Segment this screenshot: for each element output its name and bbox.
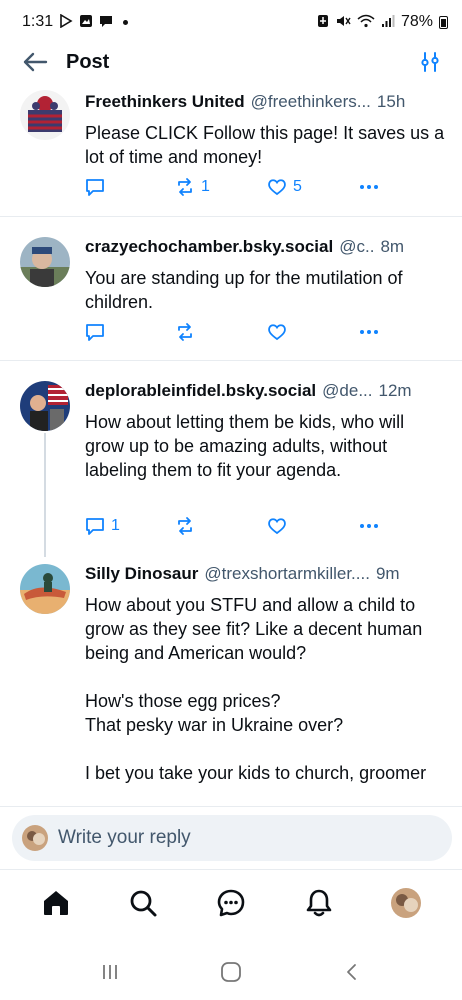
post-text: Please CLICK Follow this page! It saves … bbox=[85, 123, 445, 167]
ellipsis-icon bbox=[360, 185, 378, 189]
arrow-left-icon bbox=[23, 52, 48, 72]
post-header: deplorableinfidel.bsky.social @de... 12m bbox=[85, 381, 448, 405]
nav-home[interactable] bbox=[33, 880, 79, 926]
nav-notifications[interactable] bbox=[296, 880, 342, 926]
reply-icon bbox=[86, 324, 104, 341]
signal-icon bbox=[381, 14, 395, 30]
ellipsis-icon bbox=[360, 524, 378, 528]
reply-icon bbox=[86, 518, 104, 535]
chat-icon bbox=[217, 889, 245, 916]
ellipsis-icon bbox=[360, 330, 378, 334]
thread-feed[interactable]: Freethinkers United @freethinkers... 15h… bbox=[0, 86, 462, 808]
post-crazyechochamber[interactable]: crazyechochamber.bsky.social @c.. 8m You… bbox=[0, 217, 462, 360]
author-handle[interactable]: @c.. bbox=[339, 237, 374, 257]
author-name[interactable]: crazyechochamber.bsky.social bbox=[85, 237, 333, 257]
data-saver-icon bbox=[317, 14, 329, 30]
repost-icon bbox=[178, 323, 192, 341]
repost-icon bbox=[178, 178, 192, 196]
sliders-icon bbox=[421, 52, 439, 72]
divider bbox=[0, 806, 462, 807]
repost-button[interactable] bbox=[175, 515, 201, 537]
message-icon bbox=[99, 14, 113, 30]
post-freethinkers[interactable]: Freethinkers United @freethinkers... 15h… bbox=[0, 86, 462, 216]
status-right: 78% bbox=[317, 13, 448, 31]
heart-icon bbox=[268, 324, 286, 341]
page-title: Post bbox=[66, 50, 110, 73]
avatar[interactable] bbox=[20, 381, 70, 431]
chevron-left-icon bbox=[346, 964, 356, 980]
reply-input[interactable]: Write your reply bbox=[12, 815, 452, 861]
repost-button[interactable]: 1 bbox=[175, 176, 210, 198]
like-button[interactable] bbox=[267, 515, 293, 537]
home-button[interactable] bbox=[211, 952, 251, 992]
mute-icon bbox=[335, 14, 351, 30]
post-text: You are standing up for the mutilation o… bbox=[85, 268, 403, 312]
post-time: 8m bbox=[380, 237, 405, 256]
repost-button[interactable] bbox=[175, 321, 201, 343]
post-text: How about you STFU and allow a child to … bbox=[85, 595, 427, 783]
author-handle[interactable]: @trexshortarmkiller.... bbox=[204, 564, 370, 584]
author-name[interactable]: Silly Dinosaur bbox=[85, 564, 198, 584]
post-header: Silly Dinosaur @trexshortarmkiller.... 9… bbox=[85, 564, 448, 588]
header: Post bbox=[0, 44, 462, 80]
profile-avatar bbox=[391, 887, 422, 918]
thread-options-button[interactable] bbox=[410, 47, 440, 77]
repost-icon bbox=[178, 517, 192, 535]
gallery-icon bbox=[79, 14, 93, 30]
nav-chat[interactable] bbox=[208, 880, 254, 926]
post-deplorableinfidel[interactable]: deplorableinfidel.bsky.social @de... 12m… bbox=[0, 361, 462, 556]
author-handle[interactable]: @freethinkers... bbox=[251, 92, 371, 112]
like-button[interactable]: 5 bbox=[267, 176, 302, 198]
status-left: 1:31 bbox=[22, 13, 129, 31]
like-count: 5 bbox=[293, 178, 302, 195]
reply-count: 1 bbox=[111, 517, 120, 534]
like-button[interactable] bbox=[267, 321, 293, 343]
back-button[interactable] bbox=[22, 47, 52, 77]
my-avatar bbox=[22, 825, 48, 851]
search-icon bbox=[130, 890, 157, 916]
author-name[interactable]: deplorableinfidel.bsky.social bbox=[85, 381, 316, 401]
recents-icon bbox=[103, 965, 118, 979]
system-back-button[interactable] bbox=[332, 952, 372, 992]
more-options-button[interactable] bbox=[358, 176, 380, 198]
repost-count: 1 bbox=[201, 178, 210, 195]
post-header: Freethinkers United @freethinkers... 15h bbox=[85, 92, 448, 116]
bell-icon bbox=[306, 889, 331, 916]
avatar[interactable] bbox=[20, 564, 70, 614]
post-time: 12m bbox=[378, 381, 412, 400]
play-store-icon bbox=[59, 13, 73, 30]
recents-button[interactable] bbox=[90, 952, 130, 992]
avatar[interactable] bbox=[20, 90, 70, 140]
reply-button[interactable] bbox=[85, 176, 111, 198]
nav-profile[interactable] bbox=[383, 880, 429, 926]
more-options-button[interactable] bbox=[358, 321, 380, 343]
wifi-icon bbox=[357, 14, 375, 30]
post-time: 9m bbox=[375, 564, 400, 583]
avatar[interactable] bbox=[20, 237, 70, 287]
home-circle-icon bbox=[221, 962, 241, 982]
author-handle[interactable]: @de... bbox=[322, 381, 372, 401]
nav-search[interactable] bbox=[120, 880, 166, 926]
bottom-nav bbox=[0, 869, 462, 935]
system-navigation bbox=[0, 944, 462, 1000]
post-header: crazyechochamber.bsky.social @c.. 8m bbox=[85, 237, 448, 261]
post-silly-dinosaur[interactable]: Silly Dinosaur @trexshortarmkiller.... 9… bbox=[0, 556, 462, 808]
author-name[interactable]: Freethinkers United bbox=[85, 92, 245, 112]
post-text: How about letting them be kids, who will… bbox=[85, 412, 405, 480]
home-icon bbox=[43, 890, 68, 915]
battery-icon bbox=[439, 15, 448, 29]
heart-icon bbox=[268, 179, 286, 196]
reply-button[interactable] bbox=[85, 321, 111, 343]
more-options-button[interactable] bbox=[358, 515, 380, 537]
reply-icon bbox=[86, 179, 104, 196]
heart-icon bbox=[268, 518, 286, 535]
status-bar: 1:31 78% bbox=[0, 0, 462, 44]
battery-level: 78% bbox=[400, 13, 433, 30]
reply-button[interactable]: 1 bbox=[85, 515, 120, 537]
clock: 1:31 bbox=[22, 13, 54, 30]
reply-placeholder: Write your reply bbox=[58, 827, 191, 848]
notification-dot bbox=[123, 19, 129, 25]
post-time: 15h bbox=[376, 92, 406, 111]
